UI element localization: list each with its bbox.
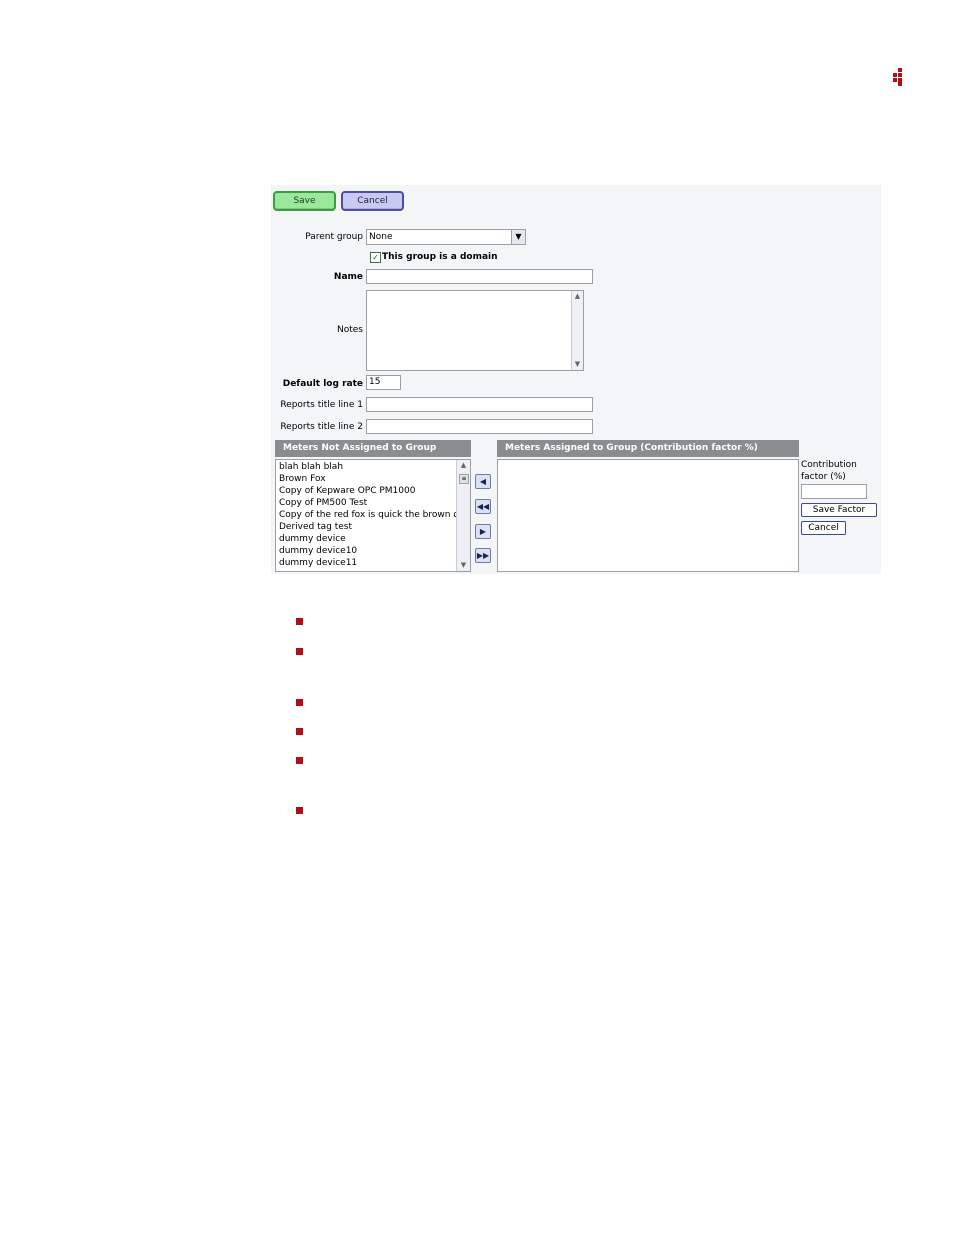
default-log-rate-label: Default log rate bbox=[282, 379, 363, 389]
scroll-up-icon[interactable]: ▲ bbox=[572, 291, 583, 302]
parent-group-label: Parent group bbox=[305, 232, 363, 242]
move-left-button[interactable]: ◀ bbox=[475, 474, 491, 489]
square-bullet-icon bbox=[296, 648, 303, 655]
list-item[interactable]: blah blah blah bbox=[276, 461, 456, 473]
domain-checkbox[interactable]: ✓ bbox=[370, 252, 381, 263]
save-factor-button[interactable]: Save Factor bbox=[801, 503, 877, 517]
double-arrow-right-icon: ▶▶ bbox=[476, 551, 490, 560]
scroll-up-icon[interactable]: ▲ bbox=[457, 460, 470, 471]
list-item[interactable]: dummy device bbox=[276, 533, 456, 545]
square-bullet-icon bbox=[296, 807, 303, 814]
square-bullet-icon bbox=[296, 728, 303, 735]
scroll-thumb[interactable]: ≡ bbox=[459, 474, 469, 484]
list-item[interactable]: Copy of PM500 Test bbox=[276, 497, 456, 509]
parent-group-select[interactable]: None ▼ bbox=[366, 229, 526, 245]
name-field[interactable] bbox=[366, 269, 593, 284]
list-item[interactable]: dummy device10 bbox=[276, 545, 456, 557]
square-bullet-icon bbox=[296, 618, 303, 625]
unassigned-scrollbar[interactable]: ▲ ≡ ▼ bbox=[456, 460, 470, 571]
save-button[interactable]: Save bbox=[273, 191, 336, 211]
group-editor-panel: Save Cancel Parent group None ▼ ✓ This g… bbox=[271, 185, 881, 574]
cancel-factor-button[interactable]: Cancel bbox=[801, 521, 846, 535]
notes-textarea[interactable]: ▲ ▼ bbox=[366, 290, 584, 371]
arrow-right-icon: ▶ bbox=[479, 527, 487, 536]
move-right-button[interactable]: ▶ bbox=[475, 524, 491, 539]
move-all-right-button[interactable]: ▶▶ bbox=[475, 548, 491, 563]
domain-checkbox-label: This group is a domain bbox=[382, 252, 498, 262]
list-item[interactable]: dummy device11 bbox=[276, 557, 456, 569]
assigned-meters-list[interactable] bbox=[497, 459, 799, 572]
reports-title-1-label: Reports title line 1 bbox=[280, 400, 363, 410]
name-label: Name bbox=[333, 272, 363, 282]
reports-title-1-field[interactable] bbox=[366, 397, 593, 412]
square-bullet-icon bbox=[296, 699, 303, 706]
list-item[interactable]: Derived tag test bbox=[276, 521, 456, 533]
chevron-down-icon[interactable]: ▼ bbox=[511, 230, 525, 244]
contribution-factor-field[interactable] bbox=[801, 484, 867, 499]
default-log-rate-field[interactable]: 15 bbox=[366, 375, 401, 390]
reports-title-2-label: Reports title line 2 bbox=[280, 422, 363, 432]
reports-title-2-field[interactable] bbox=[366, 419, 593, 434]
parent-group-value: None bbox=[369, 232, 393, 242]
notes-scrollbar[interactable]: ▲ ▼ bbox=[571, 291, 583, 370]
scroll-down-icon[interactable]: ▼ bbox=[457, 560, 470, 571]
list-item[interactable]: Brown Fox bbox=[276, 473, 456, 485]
move-all-left-button[interactable]: ◀◀ bbox=[475, 499, 491, 514]
cancel-button[interactable]: Cancel bbox=[341, 191, 404, 211]
unassigned-meters-header: Meters Not Assigned to Group bbox=[275, 440, 471, 457]
notes-label: Notes bbox=[337, 325, 363, 335]
contribution-factor-label: Contribution factor (%) bbox=[801, 460, 857, 482]
arrow-left-icon: ◀ bbox=[479, 477, 487, 486]
double-arrow-left-icon: ◀◀ bbox=[476, 502, 490, 511]
square-bullet-icon bbox=[296, 757, 303, 764]
unassigned-meters-list[interactable]: blah blah blah Brown Fox Copy of Kepware O… bbox=[275, 459, 471, 572]
list-item[interactable]: Copy of the red fox is quick the brown d… bbox=[276, 509, 456, 521]
dots-logo-icon bbox=[893, 68, 907, 86]
list-item[interactable]: Copy of Kepware OPC PM1000 bbox=[276, 485, 456, 497]
assigned-meters-header: Meters Assigned to Group (Contribution f… bbox=[497, 440, 799, 457]
scroll-down-icon[interactable]: ▼ bbox=[572, 359, 583, 370]
